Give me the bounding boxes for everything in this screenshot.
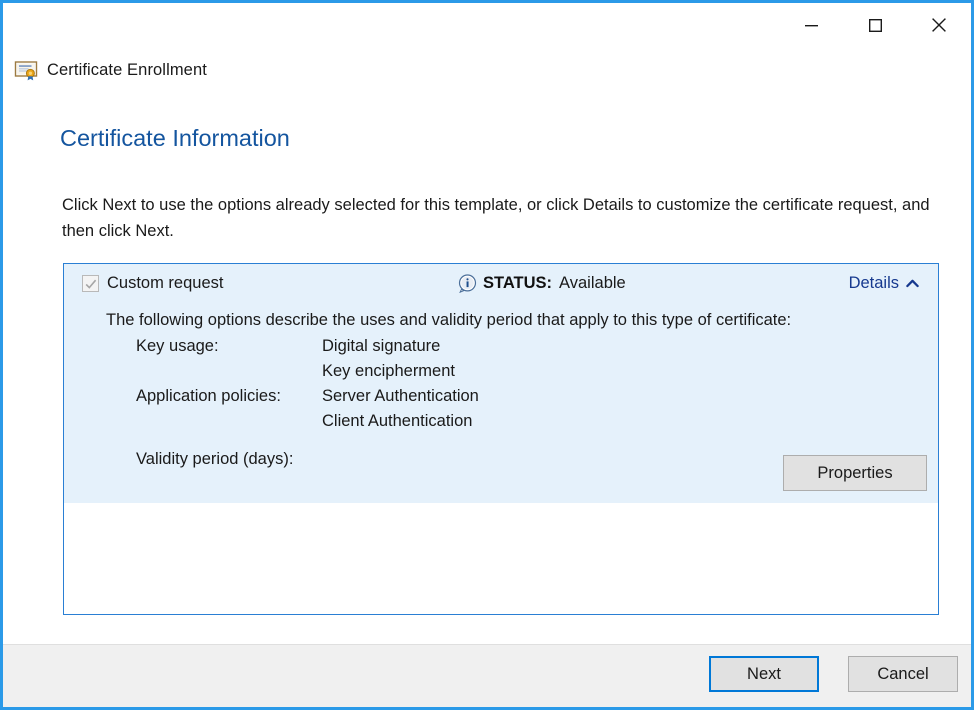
minimize-icon <box>805 19 818 32</box>
detail-key: Application policies: <box>136 387 322 406</box>
status-row: STATUS: Available <box>458 274 626 293</box>
detail-value: Server Authentication <box>322 387 479 406</box>
dialog-footer: Next Cancel <box>3 644 971 707</box>
detail-key: Validity period (days): <box>136 450 322 469</box>
window-controls <box>779 3 971 47</box>
status-value: Available <box>559 274 626 293</box>
maximize-icon <box>869 19 882 32</box>
title-row: Certificate Enrollment <box>14 58 207 82</box>
detail-row-spacer <box>136 437 479 450</box>
details-table: Key usage: Digital signature Key enciphe… <box>136 337 479 475</box>
maximize-button[interactable] <box>843 3 907 47</box>
page-title: Certificate Information <box>60 125 290 152</box>
details-toggle[interactable]: Details <box>849 274 919 293</box>
custom-request-label: Custom request <box>107 274 223 293</box>
minimize-button[interactable] <box>779 3 843 47</box>
properties-button[interactable]: Properties <box>783 455 927 491</box>
close-icon <box>932 18 946 32</box>
template-list-item-custom-request[interactable]: Custom request STATUS: Available <box>64 264 938 503</box>
checkmark-icon <box>84 277 98 291</box>
certificate-template-list[interactable]: Custom request STATUS: Available <box>63 263 939 615</box>
detail-value: Client Authentication <box>322 412 472 431</box>
custom-request-checkbox-row[interactable]: Custom request <box>82 274 223 293</box>
detail-key: Key usage: <box>136 337 322 356</box>
info-icon <box>458 274 477 293</box>
detail-value: Digital signature <box>322 337 440 356</box>
detail-row: Key encipherment <box>136 362 479 387</box>
detail-value: Key encipherment <box>322 362 455 381</box>
window-title: Certificate Enrollment <box>47 61 207 80</box>
chevron-up-icon <box>906 279 919 288</box>
details-intro-text: The following options describe the uses … <box>106 311 791 330</box>
detail-row: Key usage: Digital signature <box>136 337 479 362</box>
title-bar: Certificate Enrollment <box>3 3 971 95</box>
certificate-enrollment-window: Certificate Enrollment Certificate Infor… <box>0 0 974 710</box>
status-label: STATUS: <box>483 274 552 293</box>
detail-row: Application policies: Server Authenticat… <box>136 387 479 412</box>
close-button[interactable] <box>907 3 971 47</box>
details-label: Details <box>849 274 899 293</box>
template-item-details: The following options describe the uses … <box>64 308 938 503</box>
custom-request-checkbox[interactable] <box>82 275 99 292</box>
instruction-text: Click Next to use the options already se… <box>62 192 934 244</box>
detail-row: Client Authentication <box>136 412 479 437</box>
template-item-header: Custom request STATUS: Available <box>64 264 938 308</box>
main-content: Certificate Information Click Next to us… <box>3 95 971 645</box>
certificate-icon <box>14 58 38 82</box>
cancel-button[interactable]: Cancel <box>848 656 958 692</box>
detail-row: Validity period (days): <box>136 450 479 475</box>
next-button[interactable]: Next <box>709 656 819 692</box>
